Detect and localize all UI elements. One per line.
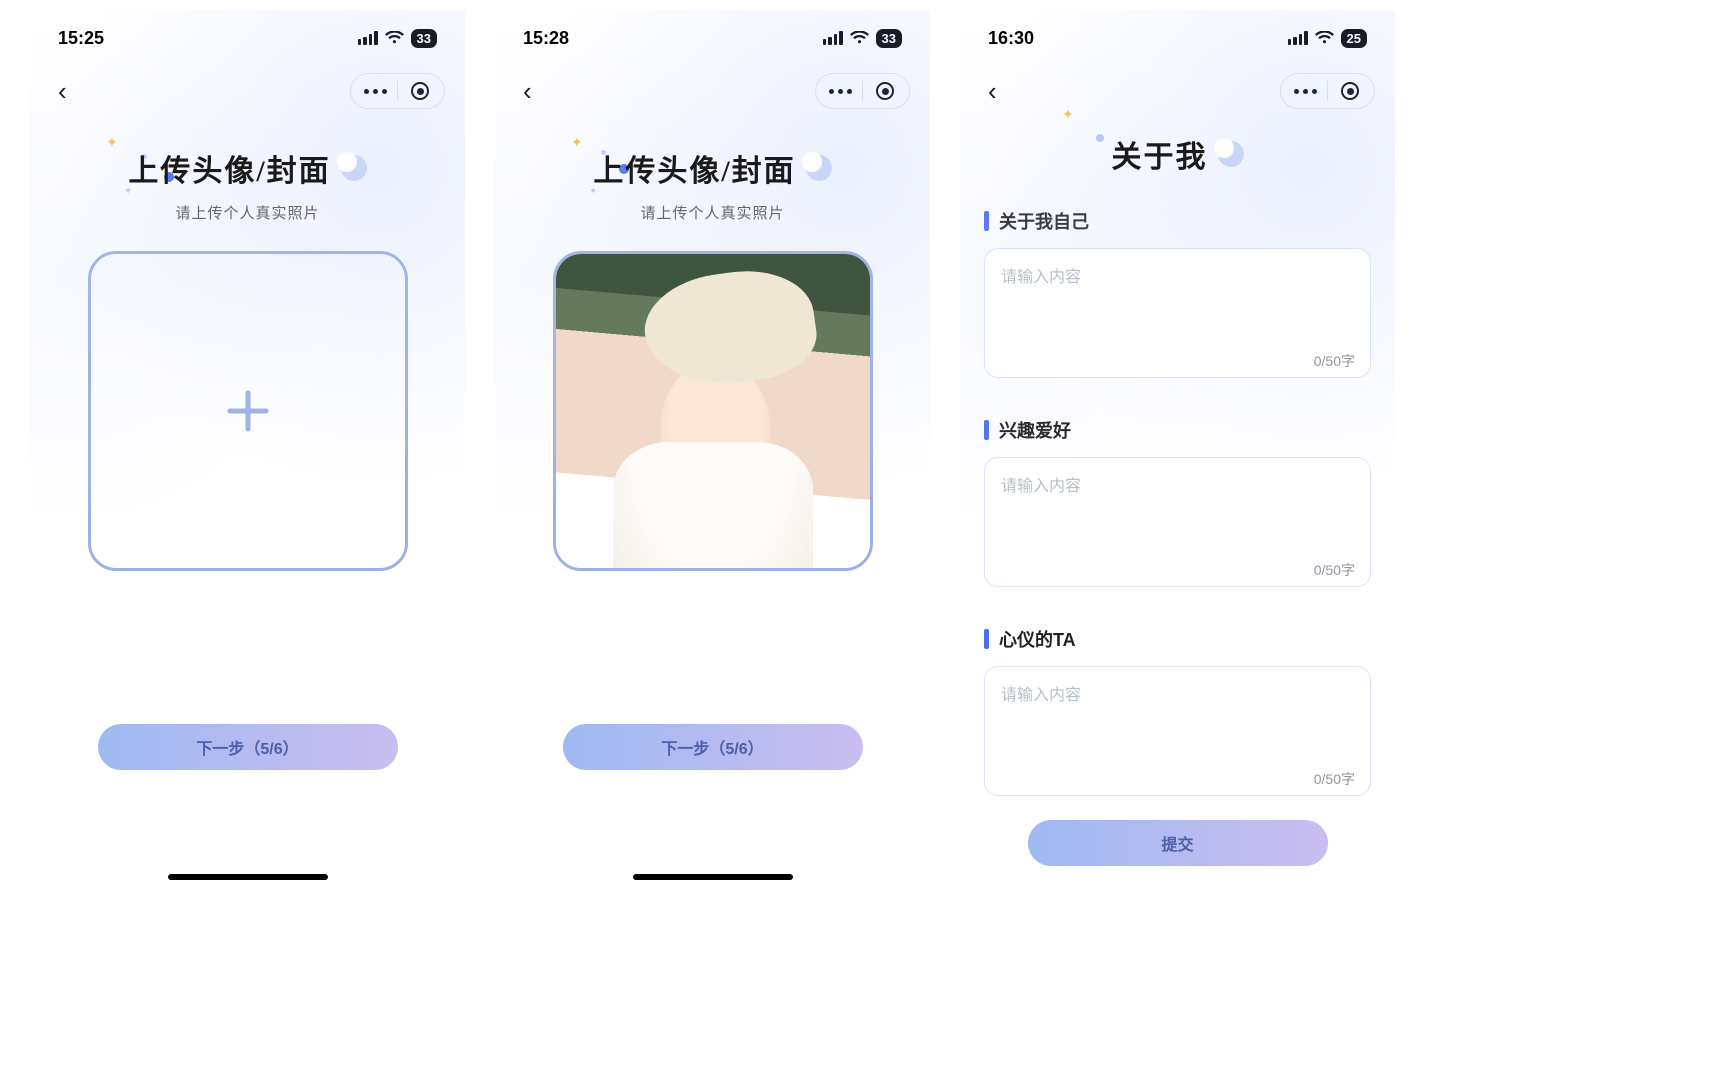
battery-icon: 25: [1341, 29, 1367, 48]
title-row: 上传头像/封面: [495, 146, 930, 190]
nav-bar: ‹: [960, 66, 1395, 116]
section-header: 心仪的TA: [984, 626, 1371, 652]
back-button[interactable]: ‹: [50, 72, 75, 111]
hero: 上传头像/封面 请上传个人真实照片: [495, 146, 930, 223]
more-icon: [1294, 89, 1317, 94]
moon-icon: [341, 155, 367, 181]
char-counter: 0/50字: [1314, 351, 1355, 371]
home-indicator: [633, 874, 793, 880]
status-bar: 16:30 25: [960, 10, 1395, 66]
hero: 上传头像/封面 请上传个人真实照片: [30, 146, 465, 223]
status-time: 16:30: [988, 28, 1034, 49]
back-button[interactable]: ‹: [980, 72, 1005, 111]
miniprogram-capsule: [1280, 73, 1375, 109]
target-icon: [876, 82, 894, 100]
sparkle-icon: ✦: [106, 134, 116, 144]
section-accent-bar: [984, 211, 989, 231]
more-icon: [364, 89, 387, 94]
battery-level: 33: [882, 31, 896, 46]
page-subtitle: 请上传个人真实照片: [495, 202, 930, 223]
textarea-wrap: 0/50字: [984, 666, 1371, 801]
target-icon: [411, 82, 429, 100]
wifi-icon: [1315, 31, 1334, 45]
section-label: 关于我自己: [999, 208, 1089, 234]
hero: 关于我: [960, 132, 1395, 176]
form: 关于我自己 0/50字 兴趣爱好 0/50字 心仪的TA 0/50字: [960, 208, 1395, 801]
page-title: 上传头像/封面: [128, 146, 330, 190]
char-counter: 0/50字: [1314, 769, 1355, 789]
capsule-menu-button[interactable]: [1283, 74, 1327, 108]
textarea-wrap: 0/50字: [984, 457, 1371, 592]
capsule-close-button[interactable]: [398, 74, 442, 108]
nav-bar: ‹: [30, 66, 465, 116]
upload-photo-box[interactable]: [553, 251, 873, 571]
next-step-button[interactable]: 下一步（5/6）: [98, 724, 398, 770]
page-title: 关于我: [1112, 132, 1208, 176]
section-header: 关于我自己: [984, 208, 1371, 234]
section-label: 心仪的TA: [999, 626, 1076, 652]
title-row: 关于我: [960, 132, 1395, 176]
plus-icon: [226, 389, 270, 433]
cta-label: 提交: [1161, 831, 1193, 855]
section-accent-bar: [984, 420, 989, 440]
status-right: 33: [358, 29, 437, 48]
textarea-wrap: 0/50字: [984, 248, 1371, 383]
next-step-button[interactable]: 下一步（5/6）: [563, 724, 863, 770]
section-header: 兴趣爱好: [984, 417, 1371, 443]
battery-level: 33: [417, 31, 431, 46]
miniprogram-capsule: [350, 73, 445, 109]
status-bar: 15:25 33: [30, 10, 465, 66]
more-icon: [829, 89, 852, 94]
uploaded-photo: [556, 254, 870, 568]
status-bar: 15:28 33: [495, 10, 930, 66]
status-right: 25: [1288, 29, 1367, 48]
section-accent-bar: [984, 629, 989, 649]
nav-bar: ‹: [495, 66, 930, 116]
cta-label: 下一步（5/6）: [661, 735, 763, 759]
back-button[interactable]: ‹: [515, 72, 540, 111]
submit-button[interactable]: 提交: [1028, 820, 1328, 866]
battery-icon: 33: [876, 29, 902, 48]
section-label: 兴趣爱好: [999, 417, 1071, 443]
sparkle-icon: ✦: [571, 134, 581, 144]
moon-icon: [806, 155, 832, 181]
battery-level: 25: [1347, 31, 1361, 46]
phone-screen-upload-empty: ✦ ✦ 15:25 33 ‹ 上传头像/封面 请上传个人真实照片 下一步（5/6…: [30, 10, 465, 890]
page-subtitle: 请上传个人真实照片: [30, 202, 465, 223]
capsule-close-button[interactable]: [863, 74, 907, 108]
home-indicator: [168, 874, 328, 880]
photo-detail: [638, 262, 822, 395]
wifi-icon: [850, 31, 869, 45]
char-counter: 0/50字: [1314, 560, 1355, 580]
cellular-icon: [1288, 31, 1308, 45]
cellular-icon: [823, 31, 843, 45]
status-right: 33: [823, 29, 902, 48]
cta-label: 下一步（5/6）: [196, 735, 298, 759]
battery-icon: 33: [411, 29, 437, 48]
moon-icon: [1218, 141, 1244, 167]
wifi-icon: [385, 31, 404, 45]
page-title: 上传头像/封面: [593, 146, 795, 190]
cellular-icon: [358, 31, 378, 45]
title-row: 上传头像/封面: [30, 146, 465, 190]
capsule-menu-button[interactable]: [818, 74, 862, 108]
target-icon: [1341, 82, 1359, 100]
capsule-close-button[interactable]: [1328, 74, 1372, 108]
miniprogram-capsule: [815, 73, 910, 109]
status-time: 15:25: [58, 28, 104, 49]
phone-screen-about-me: ✦ 16:30 25 ‹ 关于我 关于我自己 0/50字: [960, 10, 1395, 890]
capsule-menu-button[interactable]: [353, 74, 397, 108]
phone-screen-upload-filled: ✦ ✦ 15:28 33 ‹ 上传头像/封面 请上传个人真实照片 下一步（5/6…: [495, 10, 930, 890]
upload-photo-box[interactable]: [88, 251, 408, 571]
status-time: 15:28: [523, 28, 569, 49]
